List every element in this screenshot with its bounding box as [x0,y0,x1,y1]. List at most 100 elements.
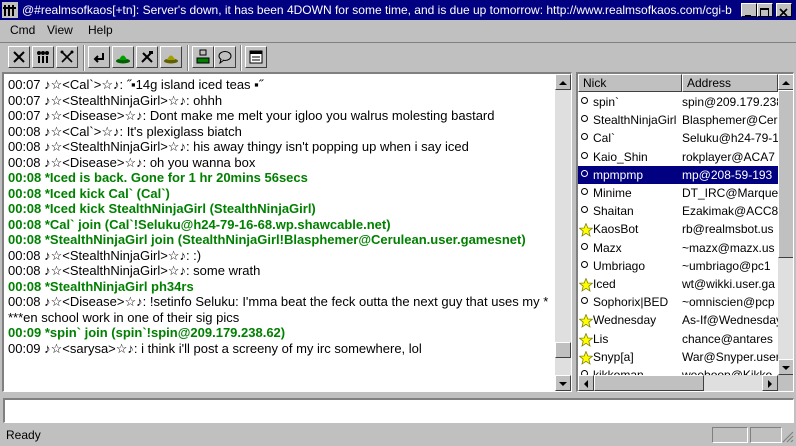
chat-bubble-button[interactable] [214,46,236,68]
window-list-button[interactable] [245,46,267,68]
chat-scrollbar[interactable] [555,74,571,391]
close-button[interactable] [776,3,792,17]
message-input[interactable] [3,398,794,423]
join-icon [60,50,74,63]
maximize-button[interactable] [757,3,773,17]
nick-row[interactable]: Lis chance@antares [578,330,778,348]
user-dot-icon [581,97,588,104]
nicklist-scroll-down-button[interactable] [778,359,793,375]
chat-line: 00:09 *spin` join (spin`!spin@209.179.23… [8,325,286,340]
chat-line: 00:07 ♪☆<Cal`>☆♪: ˝▪14g island iced teas… [8,77,264,92]
users-button[interactable] [192,46,214,68]
kaos-button[interactable] [160,46,182,68]
toolbar-separator [83,45,85,71]
chat-line: 00:08 ♪☆<Cal`>☆♪: It's plexiglass biatch [8,123,242,139]
nicklist-scroll-left-button[interactable] [578,375,594,391]
minimize-button[interactable] [741,3,757,17]
nick-row[interactable]: StealthNinjaGirl Blasphemer@Cerulean [578,111,778,129]
nick-name: Mazx [593,240,622,255]
nick-row[interactable]: KaosBot rb@realmsbot.us [578,220,778,238]
chat-line: 00:08 ♪☆<StealthNinjaGirl>☆♪: his away t… [8,139,469,154]
user-dot-icon [581,115,588,123]
close-icon [779,8,788,17]
menu-view[interactable]: View [47,23,73,37]
nick-row[interactable]: Mazx ~mazx@mazx.us [578,239,778,257]
nick-name: Iced [593,277,616,291]
op-star-icon [579,314,593,329]
nick-list[interactable]: Nick Address spin` spin@209.179.238.62 Ste… [576,72,794,392]
chat-line: 00:07 ♪☆<Disease>☆♪: Dont make me melt y… [8,108,495,123]
menu-help[interactable]: Help [88,23,113,37]
nicklist-vscrollbar[interactable] [778,74,793,375]
nick-row[interactable]: Wednesday As-If@Wednesday [578,311,778,329]
members-button[interactable] [32,46,54,68]
scroll-thumb[interactable] [555,342,571,358]
nicklist-hscrollbar[interactable] [578,375,778,391]
arrow-right-icon [768,380,772,388]
kaos-icon [164,55,178,64]
address-column-header[interactable]: Address [682,74,778,92]
menu-bar: Cmd View Help [0,20,796,39]
nick-address: As-If@Wednesday [682,313,778,328]
nick-row[interactable]: Kaio_Shin rokplayer@ACA7 [578,148,778,166]
nick-name: Umbriago [593,258,646,273]
user-dot-icon [581,206,588,214]
nick-row[interactable]: Cal` Seluku@h24-79-16-68 [578,129,778,147]
nick-row[interactable]: Snyp[a] War@Snyper.user [578,348,778,366]
user-dot-icon [581,242,588,250]
op-star-icon [579,332,593,347]
status-pane [750,427,782,443]
nick-address: wt@wikki.user.ga [682,277,775,291]
chat-line: 00:08 ♪☆<Disease>☆♪: oh you wanna box [8,154,256,170]
nick-address: chance@antares [682,331,773,346]
toolbar-separator [187,45,189,71]
nick-row[interactable]: mpmpmp mp@208-59-193 [578,165,778,184]
nick-column-header[interactable]: Nick [578,74,682,92]
nick-address: ~umbriago@pc1 [682,258,771,273]
join-button[interactable] [56,46,78,68]
chat-line: 00:08 *StealthNinjaGirl join (StealthNin… [8,232,526,247]
tools-button[interactable] [136,46,158,68]
user-dot-icon [581,169,588,177]
nicklist-scroll-thumb[interactable] [778,90,793,258]
title-bar[interactable]: @#realmsofkaos[+tn]: Server's down, it h… [0,0,796,20]
nick-name: Kaio_Shin [593,149,648,164]
scroll-down-button[interactable] [555,375,571,391]
arrow-down-icon [559,382,567,386]
nick-row[interactable]: Shaitan Ezakimak@ACC8 [578,202,778,220]
chat-bubble-icon [218,51,232,65]
nick-address: rb@realmsbot.us [682,222,774,237]
chat-line: 00:08 ♪☆<StealthNinjaGirl>☆♪: :) [8,247,202,263]
nicklist-scroll-up-button[interactable] [778,74,793,90]
nicklist-scroll-right-button[interactable] [762,375,778,391]
op-star-icon [579,223,593,238]
nick-row[interactable]: Sophorix|BED ~omniscien@pcp [578,293,778,311]
away-button[interactable] [112,46,134,68]
app-icon[interactable] [2,2,18,18]
resize-grip-icon[interactable] [782,431,794,443]
nick-name: Snyp[a] [593,349,634,364]
close-channel-icon [13,51,25,63]
user-dot-icon [581,151,588,159]
nick-row[interactable]: Minime DT_IRC@Marquette [578,184,778,202]
chat-line: 00:08 *StealthNinjaGirl ph34rs [8,278,194,294]
status-pane [712,427,748,443]
toolbar [0,42,796,72]
nick-name: Cal` [593,131,616,146]
nick-address: DT_IRC@Marquette [682,186,778,200]
nick-row[interactable]: Iced wt@wikki.user.ga [578,275,778,293]
nick-row[interactable]: spin` spin@209.179.238.62 [578,93,778,111]
scroll-up-button[interactable] [555,74,571,90]
menu-cmd[interactable]: Cmd [10,23,35,37]
away-icon [116,55,130,64]
nick-row[interactable]: Umbriago ~umbriago@pc1 [578,257,778,275]
window-list-icon [249,50,263,64]
nicklist-hscroll-thumb[interactable] [594,375,704,391]
arrow-left-icon [584,380,588,388]
reconnect-button[interactable] [88,46,110,68]
nick-address: Seluku@h24-79-16-68 [682,131,778,146]
chat-line: 00:08 *Cal` join (Cal`!Seluku@h24-79-16-… [8,216,391,232]
close-channel-button[interactable] [8,46,30,68]
nick-address: Blasphemer@Cerulean [682,113,778,128]
chat-log[interactable]: 00:07 ♪☆<Cal`>☆♪: ˝▪14g island iced teas… [2,72,572,392]
